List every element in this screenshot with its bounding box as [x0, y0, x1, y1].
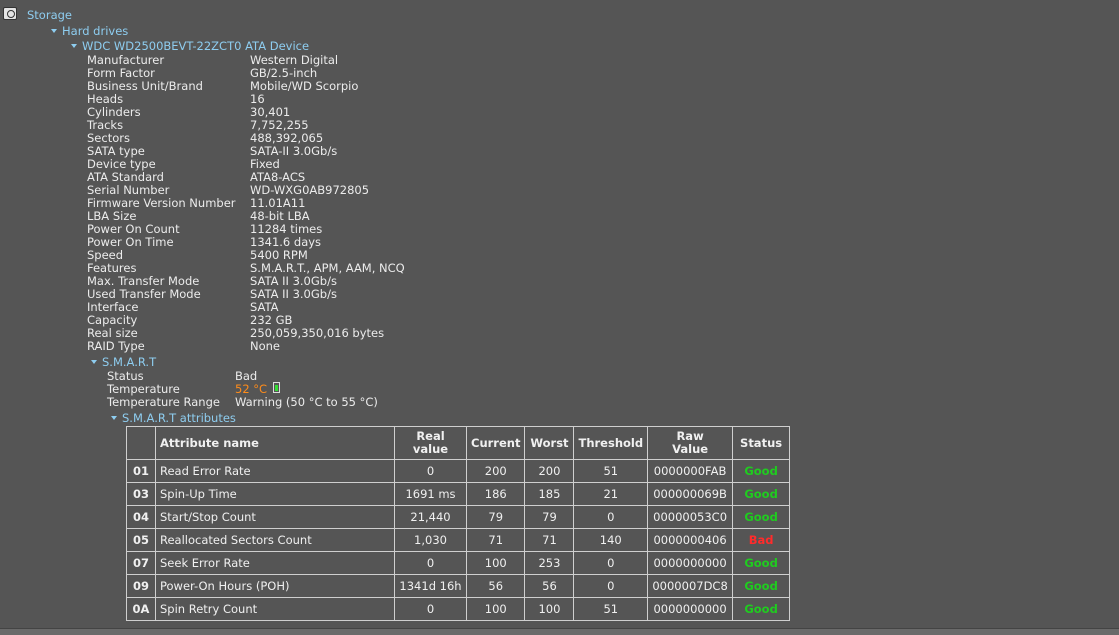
attr-worst: 79	[524, 505, 575, 529]
tree-item-smart-attributes-label: S.M.A.R.T attributes	[122, 411, 236, 425]
attr-worst: 56	[524, 574, 575, 598]
header-status[interactable]: Status	[732, 426, 791, 460]
attr-threshold: 140	[573, 528, 649, 552]
chevron-down-icon[interactable]	[91, 359, 97, 364]
temperature-range-value: Warning (50 °C to 55 °C)	[235, 395, 378, 409]
attr-real-value: 0	[394, 459, 467, 483]
attr-name: Read Error Rate	[155, 459, 395, 483]
attr-threshold: 0	[573, 505, 649, 529]
property-value: None	[250, 339, 281, 353]
attr-name: Spin Retry Count	[155, 597, 395, 621]
attr-worst: 200	[524, 459, 575, 483]
property-key: RAID Type	[87, 339, 145, 353]
attr-raw-value: 0000000FAB	[647, 459, 734, 483]
property-key: Temperature Range	[107, 395, 220, 409]
header-real-line2: value	[412, 442, 449, 456]
attr-name: Seek Error Rate	[155, 551, 395, 575]
header-real-value[interactable]: Real value	[394, 426, 467, 460]
chevron-down-icon[interactable]	[51, 28, 57, 33]
table-row[interactable]: 0A Spin Retry Count 0 100 100 51 0000000000 Goo…	[126, 597, 791, 621]
attr-worst: 185	[524, 482, 575, 506]
attr-worst: 253	[524, 551, 575, 575]
header-raw-value[interactable]: Raw Value	[647, 426, 734, 460]
header-real-line1: Real	[416, 429, 445, 443]
attr-current: 200	[465, 459, 526, 483]
attr-id: 09	[126, 574, 156, 598]
attr-current: 79	[465, 505, 526, 529]
table-header-row: Attribute name Real value Current Worst T…	[126, 426, 791, 460]
attr-status: Good	[732, 574, 791, 598]
table-row[interactable]: 05 Reallocated Sectors Count 1,030 71 71 140 0…	[126, 528, 791, 552]
header-threshold[interactable]: Threshold	[573, 426, 649, 460]
attr-name: Start/Stop Count	[155, 505, 395, 529]
attr-real-value: 0	[394, 597, 467, 621]
attr-current: 186	[465, 482, 526, 506]
header-attribute-name[interactable]: Attribute name	[155, 426, 395, 460]
attr-raw-value: 0000000406	[647, 528, 734, 552]
temperature-value: 52 °C	[235, 382, 268, 396]
header-id	[126, 426, 156, 460]
attr-raw-value: 0000007DC8	[647, 574, 734, 598]
attr-real-value: 21,440	[394, 505, 467, 529]
attr-id: 03	[126, 482, 156, 506]
tree-item-smart-label: S.M.A.R.T	[102, 355, 157, 369]
attr-current: 100	[465, 597, 526, 621]
tree-item-storage[interactable]: Storage	[27, 8, 72, 22]
attr-real-value: 1341d 16h	[394, 574, 467, 598]
attr-threshold: 0	[573, 574, 649, 598]
attr-status: Good	[732, 505, 791, 529]
storage-icon	[3, 7, 17, 20]
header-current[interactable]: Current	[465, 426, 526, 460]
attr-name: Spin-Up Time	[155, 482, 395, 506]
property-value: Mobile/WD Scorpio	[250, 79, 359, 93]
tree-item-device[interactable]: WDC WD2500BEVT-22ZCT0 ATA Device	[71, 39, 309, 53]
attr-name: Reallocated Sectors Count	[155, 528, 395, 552]
table-row[interactable]: 03 Spin-Up Time 1691 ms 186 185 21 000000069B G…	[126, 482, 791, 506]
tree-item-smart[interactable]: S.M.A.R.T	[91, 355, 156, 369]
attr-current: 71	[465, 528, 526, 552]
tree-item-hard-drives[interactable]: Hard drives	[51, 24, 128, 38]
smart-attributes-table: Attribute name Real value Current Worst T…	[126, 426, 791, 621]
header-raw-line2: Value	[672, 442, 709, 456]
attr-worst: 71	[524, 528, 575, 552]
temperature-gauge-icon	[273, 382, 281, 393]
attr-threshold: 0	[573, 551, 649, 575]
attr-threshold: 21	[573, 482, 649, 506]
tree-item-device-label: WDC WD2500BEVT-22ZCT0 ATA Device	[82, 39, 310, 53]
attr-worst: 100	[524, 597, 575, 621]
header-raw-line1: Raw	[676, 429, 704, 443]
attr-status: Good	[732, 597, 791, 621]
attr-id: 04	[126, 505, 156, 529]
table-row[interactable]: 01 Read Error Rate 0 200 200 51 0000000FAB Good	[126, 459, 791, 483]
table-row[interactable]: 09 Power-On Hours (POH) 1341d 16h 56 56 0 0000…	[126, 574, 791, 598]
attr-name: Power-On Hours (POH)	[155, 574, 395, 598]
tree-item-smart-attributes[interactable]: S.M.A.R.T attributes	[111, 411, 236, 425]
tree-item-hard-drives-label: Hard drives	[62, 24, 129, 38]
attr-real-value: 1,030	[394, 528, 467, 552]
attr-status: Good	[732, 482, 791, 506]
attr-raw-value: 0000000000	[647, 551, 734, 575]
table-row[interactable]: 07 Seek Error Rate 0 100 253 0 0000000000 Good	[126, 551, 791, 575]
attr-raw-value: 000000069B	[647, 482, 734, 506]
chevron-down-icon[interactable]	[111, 415, 117, 420]
attr-status: Good	[732, 551, 791, 575]
chevron-down-icon[interactable]	[71, 43, 77, 48]
attr-id: 0A	[126, 597, 156, 621]
attr-current: 56	[465, 574, 526, 598]
table-row[interactable]: 04 Start/Stop Count 21,440 79 79 0 00000053C0 G…	[126, 505, 791, 529]
tree-item-storage-label: Storage	[27, 8, 72, 22]
attr-id: 05	[126, 528, 156, 552]
attr-threshold: 51	[573, 597, 649, 621]
attr-raw-value: 00000053C0	[647, 505, 734, 529]
attr-status: Bad	[732, 528, 791, 552]
attr-threshold: 51	[573, 459, 649, 483]
attr-status: Good	[732, 459, 791, 483]
attr-id: 01	[126, 459, 156, 483]
attr-id: 07	[126, 551, 156, 575]
attr-raw-value: 0000000000	[647, 597, 734, 621]
attr-real-value: 1691 ms	[394, 482, 467, 506]
attr-current: 100	[465, 551, 526, 575]
attr-real-value: 0	[394, 551, 467, 575]
header-worst[interactable]: Worst	[524, 426, 575, 460]
